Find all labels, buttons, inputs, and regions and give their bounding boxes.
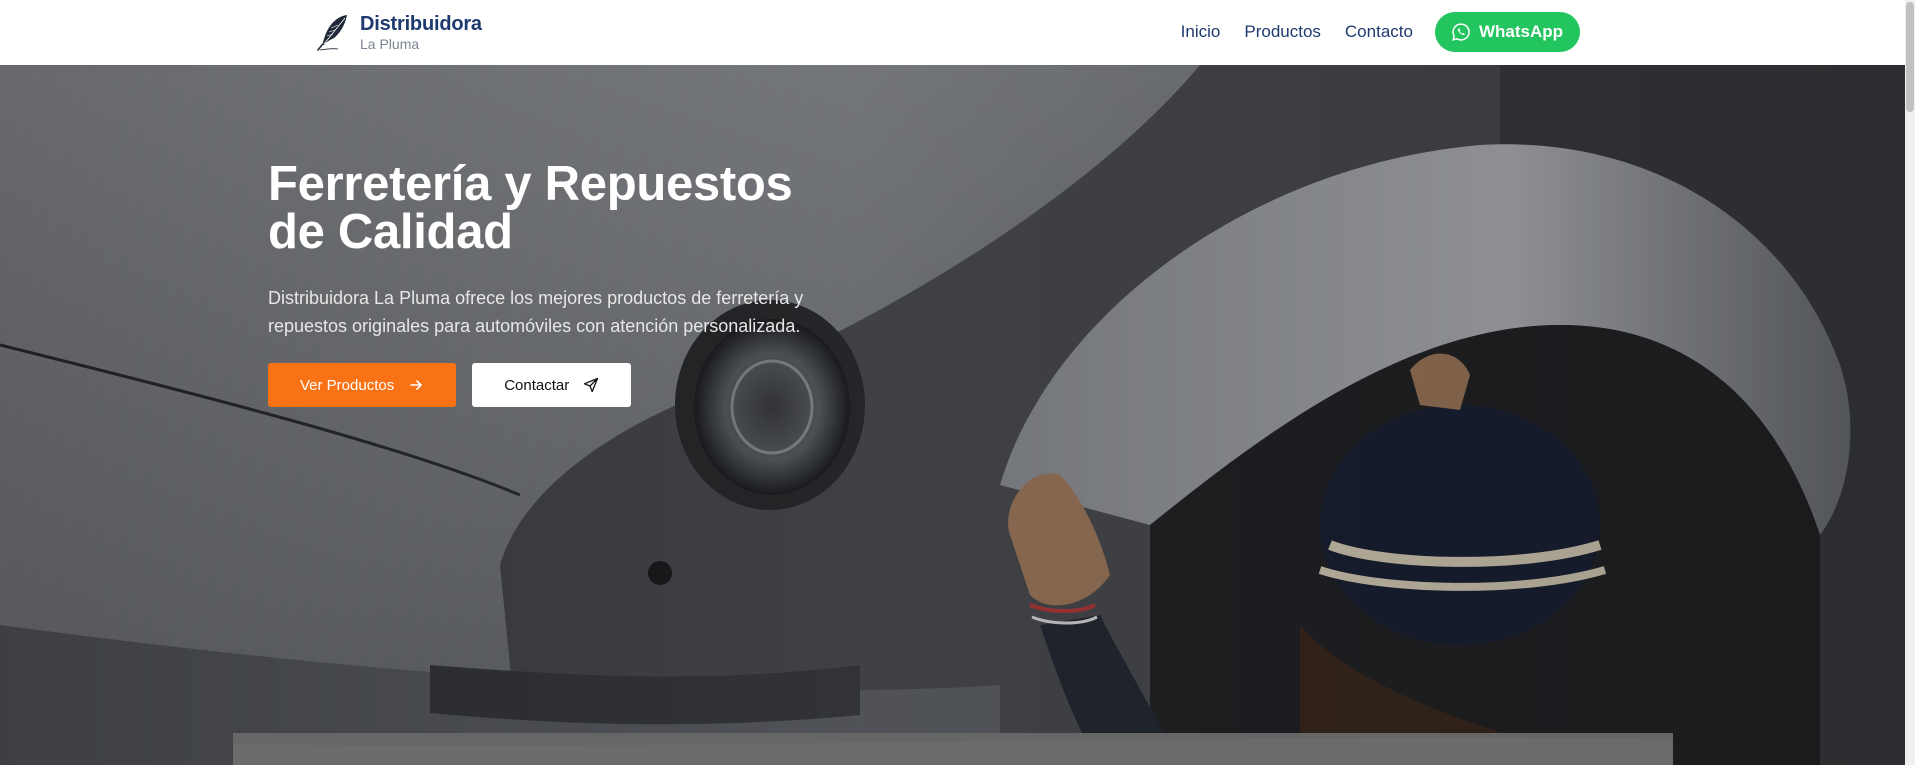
hero-actions: Ver Productos Contactar bbox=[268, 363, 868, 407]
brand-subtitle: La Pluma bbox=[360, 35, 420, 52]
contactar-label: Contactar bbox=[504, 376, 570, 394]
ver-productos-label: Ver Productos bbox=[300, 376, 395, 394]
nav-link-contacto[interactable]: Contacto bbox=[1345, 22, 1413, 42]
ver-productos-button[interactable]: Ver Productos bbox=[268, 363, 457, 407]
hero-section: Ferretería y Repuestos de Calidad Distri… bbox=[0, 65, 1905, 765]
main-nav: Inicio Productos Contacto WhatsApp bbox=[1181, 12, 1580, 52]
hero-description: Distribuidora La Pluma ofrece los mejore… bbox=[268, 288, 804, 336]
nav-link-inicio[interactable]: Inicio bbox=[1181, 22, 1221, 42]
whatsapp-icon bbox=[1452, 23, 1470, 41]
section-divider-card bbox=[233, 733, 1673, 765]
feather-icon bbox=[317, 15, 347, 51]
hero-title-line1: Ferretería y Repuestos bbox=[268, 157, 793, 211]
brand-logo[interactable]: Distribuidora La Pluma bbox=[316, 12, 482, 52]
scrollbar-thumb[interactable] bbox=[1906, 2, 1914, 112]
site-header: Distribuidora La Pluma Inicio Productos … bbox=[0, 0, 1905, 65]
page: Distribuidora La Pluma Inicio Productos … bbox=[0, 0, 1915, 765]
hero-title: Ferretería y Repuestos de Calidad bbox=[268, 157, 868, 259]
contactar-button[interactable]: Contactar bbox=[472, 363, 632, 407]
whatsapp-label: WhatsApp bbox=[1478, 22, 1563, 41]
arrow-right-icon bbox=[410, 380, 423, 390]
brand-text: Distribuidora La Pluma bbox=[360, 14, 482, 51]
hero-content: Ferretería y Repuestos de Calidad Distri… bbox=[268, 160, 868, 407]
nav-link-productos[interactable]: Productos bbox=[1244, 22, 1321, 42]
whatsapp-button[interactable]: WhatsApp bbox=[1434, 12, 1580, 52]
send-icon bbox=[584, 377, 599, 393]
hero-title-line2: de Calidad bbox=[268, 205, 513, 259]
brand-title: Distribuidora bbox=[360, 12, 482, 35]
page-scrollbar[interactable] bbox=[1905, 0, 1915, 765]
